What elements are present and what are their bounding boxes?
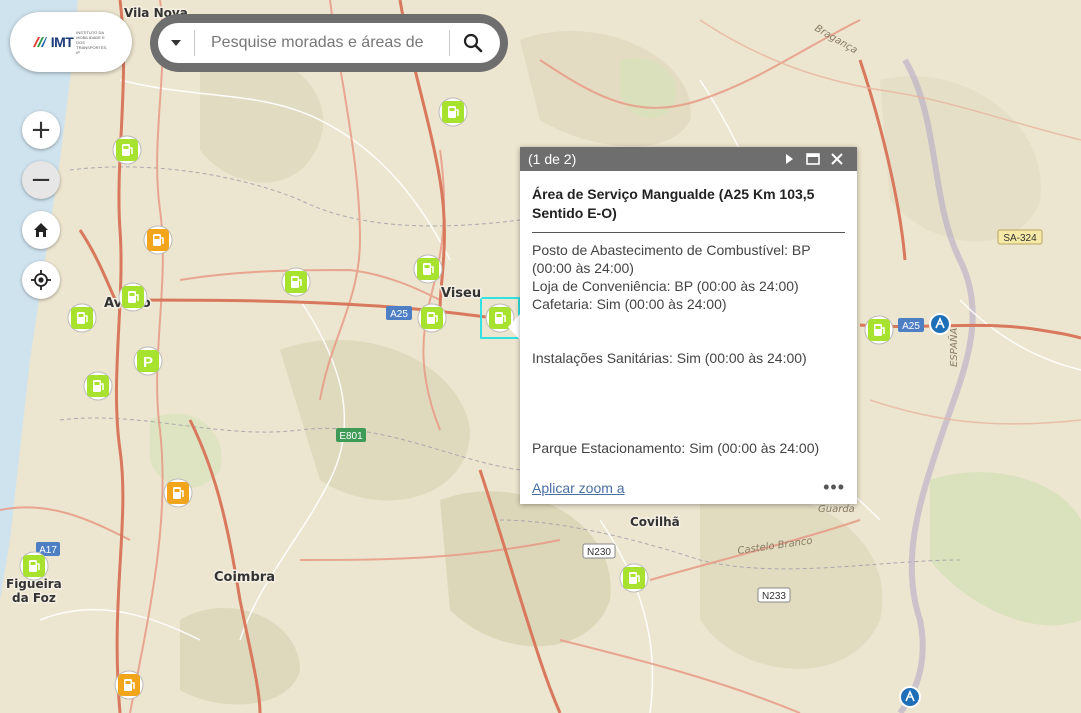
popup-line-cafe: Cafetaria: Sim (00:00 às 24:00) xyxy=(532,296,727,312)
search-button[interactable] xyxy=(450,23,496,63)
zoom-to-link[interactable]: Aplicar zoom a xyxy=(532,480,625,496)
maximize-icon xyxy=(806,153,820,165)
fuel-station-marker[interactable] xyxy=(112,135,142,165)
popup-header: (1 de 2) xyxy=(520,147,857,171)
popup-line-fuel: Posto de Abastecimento de Combustível: B… xyxy=(532,242,811,276)
fuel-station-marker[interactable] xyxy=(114,670,144,700)
place-da-foz: da Foz xyxy=(12,591,56,605)
fuel-station-marker[interactable] xyxy=(143,225,173,255)
home-icon xyxy=(34,223,48,237)
popup-feature-count: (1 de 2) xyxy=(528,151,577,167)
fuel-station-marker[interactable] xyxy=(619,563,649,593)
fuel-station-marker[interactable] xyxy=(438,97,468,127)
app-logo[interactable]: IMT INSTITUTO DA MOBILIDADE E DOS TRANSP… xyxy=(10,12,132,72)
fuel-station-marker[interactable] xyxy=(163,478,193,508)
svg-text:SA-324: SA-324 xyxy=(1003,233,1037,244)
popup-line-shop: Loja de Conveniência: BP (00:00 às 24:00… xyxy=(532,278,799,294)
label-guarda: Guarda xyxy=(818,504,855,515)
fuel-station-marker[interactable] xyxy=(83,371,113,401)
caret-down-icon xyxy=(171,40,181,46)
search-bar xyxy=(150,14,508,72)
popup-footer: Aplicar zoom a ••• xyxy=(532,477,845,498)
logo-text: IMT xyxy=(50,34,74,50)
parking-marker[interactable]: P xyxy=(133,346,163,376)
plus-icon: + xyxy=(30,115,52,145)
fuel-station-marker[interactable] xyxy=(417,303,447,333)
place-coimbra: Coimbra xyxy=(214,570,275,585)
svg-text:E801: E801 xyxy=(339,431,363,442)
fuel-station-marker[interactable] xyxy=(19,551,49,581)
search-box xyxy=(158,23,500,63)
logo-graphic-icon xyxy=(32,37,47,47)
fuel-station-marker[interactable] xyxy=(864,315,894,345)
popup-close-button[interactable] xyxy=(825,147,849,171)
shield-e801: E801 xyxy=(336,428,366,442)
zoom-in-button[interactable]: + xyxy=(22,111,60,149)
fuel-station-marker[interactable] xyxy=(67,303,97,333)
play-icon xyxy=(786,154,793,164)
logo-mark: IMT INSTITUTO DA MOBILIDADE E DOS TRANSP… xyxy=(32,30,111,55)
popup-line-parking: Parque Estacionamento: Sim (00:00 às 24:… xyxy=(532,440,820,456)
search-input[interactable] xyxy=(209,33,449,53)
shield-n230: N230 xyxy=(582,543,616,559)
shield-sa324: SA-324 xyxy=(997,229,1043,245)
feature-popup: (1 de 2) Área de Serviço Mangualde (A25 … xyxy=(520,147,857,504)
fuel-station-marker[interactable] xyxy=(281,267,311,297)
shield-n233: N233 xyxy=(757,587,791,603)
search-separator xyxy=(194,30,195,56)
place-covilha: Covilhã xyxy=(630,515,680,529)
highway-service-icon[interactable] xyxy=(898,685,922,709)
home-button[interactable] xyxy=(22,211,60,249)
popup-next-button[interactable] xyxy=(777,147,801,171)
svg-text:N230: N230 xyxy=(587,547,611,558)
fuel-station-marker[interactable] xyxy=(413,254,443,284)
svg-text:N233: N233 xyxy=(762,591,786,602)
popup-content: Posto de Abastecimento de Combustível: B… xyxy=(532,241,845,457)
minus-icon: − xyxy=(30,165,52,195)
crosshair-icon xyxy=(31,270,51,290)
popup-title: Área de Serviço Mangualde (A25 Km 103,5 … xyxy=(532,185,845,233)
popup-line-toilets: Instalações Sanitárias: Sim (00:00 às 24… xyxy=(532,350,807,366)
svg-text:A25: A25 xyxy=(902,321,920,332)
highway-service-icon[interactable] xyxy=(928,312,952,336)
locate-button[interactable] xyxy=(22,261,60,299)
place-viseu: Viseu xyxy=(441,286,481,301)
shield-a25-west: A25 xyxy=(386,306,412,320)
svg-text:A25: A25 xyxy=(390,309,408,320)
fuel-station-marker[interactable] xyxy=(118,282,148,312)
shield-a25-east: A25 xyxy=(898,318,924,332)
search-source-dropdown[interactable] xyxy=(158,23,194,63)
popup-dock-button[interactable] xyxy=(801,147,825,171)
zoom-out-button[interactable]: − xyxy=(22,161,60,199)
svg-text:P: P xyxy=(143,354,153,371)
search-icon xyxy=(463,33,483,53)
close-icon xyxy=(831,153,843,165)
label-espana: ESPAÑA xyxy=(947,327,960,367)
logo-subtitle: INSTITUTO DA MOBILIDADE E DOS TRANSPORTE… xyxy=(76,29,108,55)
more-options-icon[interactable]: ••• xyxy=(823,477,845,498)
